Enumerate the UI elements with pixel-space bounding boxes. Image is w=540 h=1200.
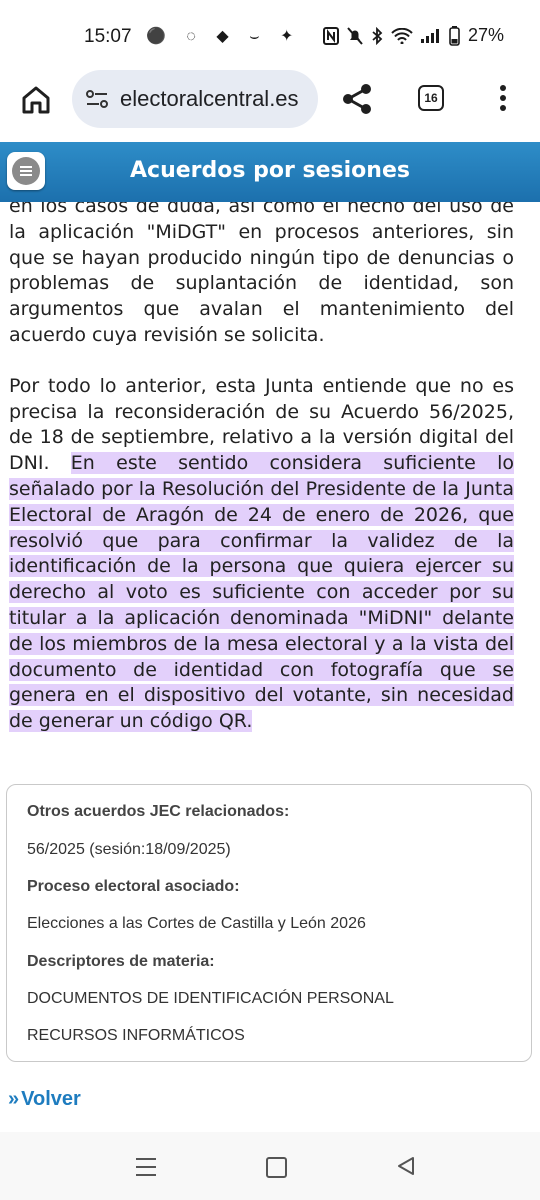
back-link-label: Volver — [21, 1088, 81, 1110]
mute-bell-icon — [347, 26, 363, 45]
notification-icons: ⚫ ◌ ◆ ⌣ ✦ — [146, 28, 302, 45]
descriptors-label: Descriptores de materia: — [27, 953, 215, 970]
battery-percent: 27% — [467, 25, 504, 45]
electoral-process-label: Proceso electoral asociado: — [27, 878, 240, 895]
back-nav-icon[interactable] — [396, 1156, 416, 1176]
nfc-icon — [322, 26, 339, 45]
recent-apps-icon[interactable] — [136, 1158, 156, 1176]
status-right-icons: 27% — [322, 25, 504, 46]
tab-switcher-button[interactable]: 16 — [418, 85, 444, 111]
double-chevron-icon: » — [8, 1088, 20, 1110]
paragraph: en los casos de duda, así como el hecho … — [9, 202, 514, 346]
browser-toolbar: electoralcentral.es 16 — [0, 68, 540, 142]
bluetooth-icon — [372, 26, 383, 45]
site-header: Acuerdos por sesiones — [0, 142, 540, 202]
main-content: en los casos de duda, así como el hecho … — [0, 202, 540, 1132]
related-agreement-link[interactable]: 56/2025 (sesión:18/09/2025) — [27, 841, 231, 859]
highlighted-text[interactable]: En este sentido considera suficiente lo … — [9, 452, 514, 733]
status-time: 15:07 — [84, 26, 132, 47]
wifi-icon — [391, 27, 413, 44]
page-title: Acuerdos por sesiones — [130, 158, 410, 183]
back-link[interactable]: » Volver — [8, 1088, 81, 1111]
agreement-text: en los casos de duda, así como el hecho … — [9, 202, 514, 760]
descriptor-item[interactable]: RECURSOS INFORMÁTICOS — [27, 1027, 245, 1045]
more-options-icon[interactable] — [494, 82, 512, 116]
related-agreements-label: Otros acuerdos JEC relacionados: — [27, 803, 290, 820]
home-nav-icon[interactable] — [266, 1157, 287, 1178]
url-text: electoralcentral.es — [120, 86, 299, 111]
home-icon[interactable] — [20, 84, 52, 116]
status-bar: 15:07 ⚫ ◌ ◆ ⌣ ✦ 27% — [0, 0, 540, 68]
paragraph: Por todo lo anterior, esta Junta entiend… — [9, 374, 514, 735]
url-bar[interactable]: electoralcentral.es — [72, 70, 318, 128]
descriptor-item[interactable]: DOCUMENTOS DE IDENTIFICACIÓN PERSONAL — [27, 990, 394, 1008]
battery-icon — [449, 25, 460, 46]
signal-icon — [420, 28, 439, 43]
site-settings-icon[interactable] — [84, 86, 110, 112]
system-nav-bar — [0, 1132, 540, 1200]
electoral-process-value[interactable]: Elecciones a las Cortes de Castilla y Le… — [27, 915, 366, 933]
share-icon[interactable] — [340, 82, 374, 116]
related-info-box: Otros acuerdos JEC relacionados: 56/2025… — [6, 784, 532, 1062]
